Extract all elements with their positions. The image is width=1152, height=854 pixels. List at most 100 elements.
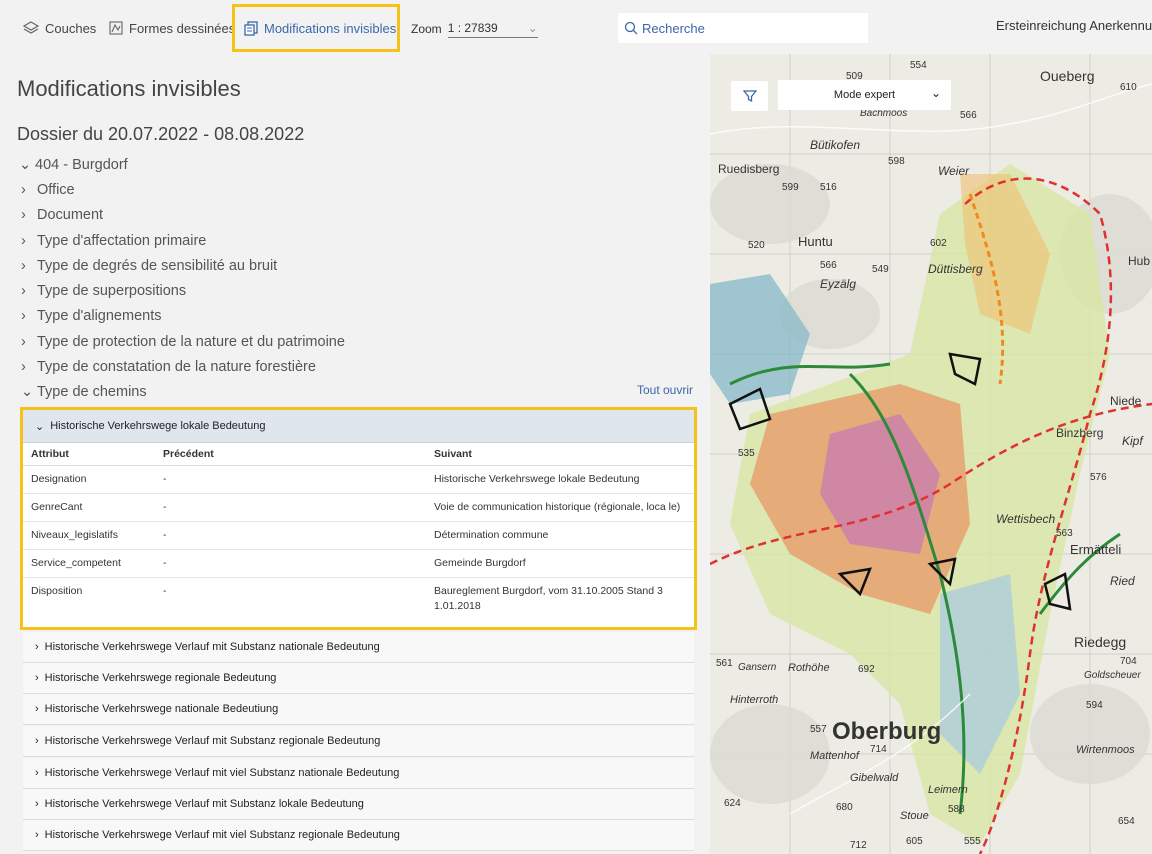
cell: - <box>155 465 426 494</box>
layers-icon <box>22 21 40 34</box>
cell: GenreCant <box>23 493 155 522</box>
chevron-right-icon: › <box>35 798 39 810</box>
tree-item[interactable]: › Type de constatation de la nature fores… <box>19 354 699 379</box>
accordion-item[interactable]: › Historische Verkehrswege Verlauf mit vi… <box>23 820 694 851</box>
map-elevation-label: 714 <box>870 744 887 755</box>
layers-label: Couches <box>45 20 97 36</box>
map-elevation-label: 680 <box>836 802 853 813</box>
toolbar: Couches Formes dessinées Modifications i… <box>0 0 1152 54</box>
expanded-section: ⌄ Historische Verkehrswege lokale Bedeut… <box>20 407 697 630</box>
accordion-item[interactable]: › Historische Verkehrswege Verlauf mit Su… <box>23 726 694 757</box>
cell: - <box>155 549 426 578</box>
cell: Service_competent <box>23 549 155 578</box>
tree-item[interactable]: ⌄ 404 - Burgdorf <box>19 152 699 177</box>
chevron-icon: › <box>21 257 26 274</box>
open-all-link[interactable]: Tout ouvrir <box>637 383 693 397</box>
cell: Niveaux_legislatifs <box>23 521 155 550</box>
zoom-value: 1 : 27839 <box>447 20 498 35</box>
map-place-label: Niede <box>1110 394 1142 408</box>
column-header: Attribut <box>23 443 155 466</box>
map-place-label: Kipf <box>1122 434 1143 448</box>
tree-item[interactable]: › Type d'alignements <box>19 304 699 329</box>
accordion-label: Historische Verkehrswege Verlauf mit Sub… <box>44 735 381 747</box>
map-elevation-label: 594 <box>1086 700 1103 711</box>
zoom-value-box[interactable]: 1 : 27839 ⌄ <box>447 20 538 38</box>
chevron-down-icon: ⌄ <box>35 420 45 433</box>
map-place-label: Ried <box>1110 574 1135 588</box>
map-place-label: Rothöhe <box>788 662 830 674</box>
copy-icon <box>244 21 258 36</box>
map-place-label: Riedegg <box>1074 634 1127 650</box>
layers-tab[interactable]: Couches <box>22 18 96 38</box>
map-place-label: Gansern <box>738 662 777 673</box>
tree-item[interactable]: ⌄ Type de chemins <box>19 380 699 405</box>
shapes-icon <box>109 21 123 35</box>
attribute-table: Attribut Précédent Suivant Designation -… <box>23 443 694 620</box>
search-input[interactable]: Recherche <box>618 13 868 43</box>
cell: Historische Verkehrswege lokale Bedeutun… <box>426 465 694 494</box>
mode-select[interactable]: Mode expert ⌄ <box>778 80 951 110</box>
tree-item-label: Type d'affectation primaire <box>37 232 207 249</box>
mode-select-value: Mode expert <box>833 89 896 101</box>
tree-item[interactable]: › Type de protection de la nature et du p… <box>19 329 699 354</box>
map-place-label: Goldscheuer <box>1084 670 1141 681</box>
map-elevation-label: 516 <box>820 182 837 193</box>
accordion-label: Historische Verkehrswege nationale Bedeu… <box>44 703 279 715</box>
map-elevation-label: 576 <box>1090 472 1107 483</box>
chevron-right-icon: › <box>35 767 39 779</box>
map-place-label: Weier <box>938 164 970 178</box>
accordion-item[interactable]: › Historische Verkehrswege Verlauf mit Su… <box>23 789 694 820</box>
map-elevation-label: 557 <box>810 724 827 735</box>
tree-item[interactable]: › Office <box>19 177 699 202</box>
tree-item-label: Type de constatation de la nature forest… <box>37 359 316 376</box>
tree-item-label: 404 - Burgdorf <box>35 156 128 173</box>
map-place-label: Hinterroth <box>730 694 779 706</box>
map-place-label: Wettisbech <box>996 512 1056 526</box>
section-header[interactable]: ⌄ Historische Verkehrswege lokale Bedeut… <box>23 410 694 443</box>
table-row: GenreCant - Voie de communication histor… <box>23 493 694 522</box>
map-place-label: Gibelwald <box>850 772 899 784</box>
accordion-label: Historische Verkehrswege Verlauf mit vie… <box>44 829 400 841</box>
chevron-right-icon: › <box>35 703 39 715</box>
map-elevation-label: 563 <box>1056 528 1073 539</box>
map-elevation-label: 610 <box>1120 82 1137 93</box>
accordion-item[interactable]: › Historische Verkehrswege regionale Bede… <box>23 663 694 694</box>
map-place-label: Ruedisberg <box>718 162 780 176</box>
invisible-tab[interactable]: Modifications invisibles <box>243 18 396 38</box>
zoom-select[interactable]: Zoom 1 : 27839 ⌄ <box>411 18 538 40</box>
cell: Voie de communication historique (région… <box>426 493 694 522</box>
shapes-tab[interactable]: Formes dessinées <box>108 18 235 38</box>
chevron-right-icon: › <box>35 641 39 653</box>
map-elevation-label: 535 <box>738 448 755 459</box>
cell: Détermination commune <box>426 521 694 550</box>
chevron-down-icon: ⌄ <box>930 86 941 100</box>
accordion-item[interactable]: › Historische Verkehrswege Verlauf mit Su… <box>23 632 694 663</box>
tree-item-label: Type de degrés de sensibilité au bruit <box>37 257 278 274</box>
filter-button[interactable] <box>731 81 768 111</box>
cell: - <box>155 521 426 550</box>
chevron-icon: › <box>21 207 26 224</box>
map-place-label: Eyzälg <box>820 277 857 291</box>
tree-item[interactable]: › Type d'affectation primaire <box>19 228 699 253</box>
accordion-item[interactable]: › Historische Verkehrswege Verlauf mit vi… <box>23 758 694 789</box>
table-row: Designation - Historische Verkehrswege l… <box>23 465 694 494</box>
map-elevation-label: 588 <box>948 804 965 815</box>
tree-item[interactable]: › Document <box>19 203 699 228</box>
chevron-right-icon: › <box>35 829 39 841</box>
tree-item[interactable]: › Type de superpositions <box>19 278 699 303</box>
map-view[interactable]: Oueberg Bütikofen Ruedisberg Huntu Dütti… <box>710 54 1152 854</box>
cell: - <box>163 585 167 597</box>
accordion-item[interactable]: › Historische Verkehrswege nationale Bede… <box>23 694 694 725</box>
map-place-label: Stoue <box>900 810 929 822</box>
chevron-icon: › <box>21 308 26 325</box>
chevron-down-icon: ⌄ <box>527 20 538 35</box>
map-elevation-label: 520 <box>748 240 765 251</box>
column-header: Précédent <box>155 443 426 466</box>
map-place-label: Mattenhof <box>810 750 859 762</box>
map-elevation-label: 561 <box>716 658 733 669</box>
section-title: Historische Verkehrswege lokale Bedeutun… <box>50 420 266 432</box>
map-place-label: Huntu <box>798 234 833 249</box>
chevron-right-icon: › <box>35 672 39 684</box>
table-header-row: Attribut Précédent Suivant <box>23 443 694 466</box>
tree-item[interactable]: › Type de degrés de sensibilité au bruit <box>19 253 699 278</box>
